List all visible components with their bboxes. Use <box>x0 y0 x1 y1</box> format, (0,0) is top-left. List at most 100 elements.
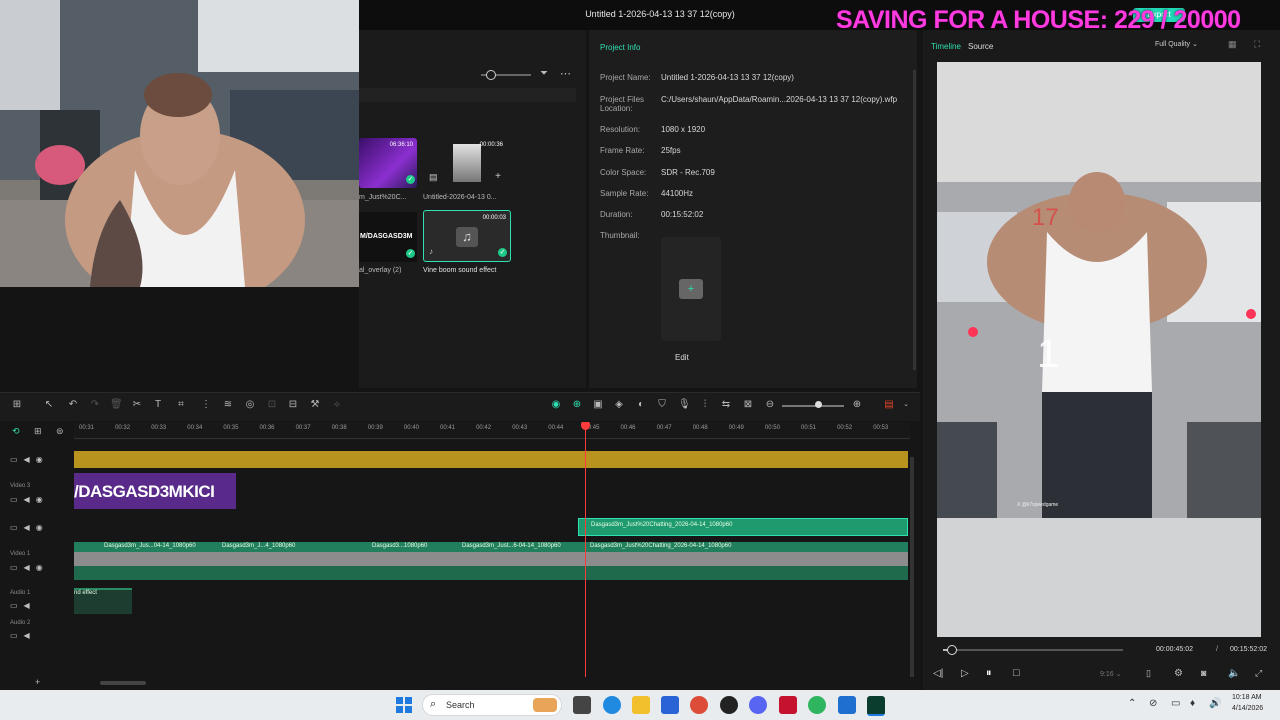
crop-icon[interactable]: ⌗ <box>175 399 187 411</box>
audio-wave-icon[interactable]: ≋ <box>222 399 234 411</box>
add-track-icon[interactable]: ⟲ <box>12 426 20 437</box>
zoom-in-icon[interactable]: ⊕ <box>851 399 863 411</box>
chrome-icon[interactable] <box>690 696 708 714</box>
effects-icon[interactable]: ◈ <box>613 399 625 411</box>
track-controls[interactable]: ▭◀◉ <box>10 455 49 464</box>
steam-icon[interactable] <box>720 696 738 714</box>
windows-start-icon[interactable] <box>396 697 412 713</box>
edit-thumbnail-button[interactable]: Edit <box>675 353 689 362</box>
track-controls[interactable]: ▭◀◉ <box>10 563 49 572</box>
timeline-scrollbar[interactable] <box>100 681 146 685</box>
filmora-icon[interactable] <box>867 696 885 716</box>
playhead[interactable] <box>585 422 586 677</box>
track-controls[interactable]: ▭◀ <box>10 631 36 640</box>
undo-icon[interactable]: ↶ <box>67 399 79 411</box>
stop-icon[interactable]: □ <box>1013 667 1020 679</box>
add-icon[interactable]: + <box>495 171 501 182</box>
filter-icon[interactable]: ⏷ <box>540 68 548 79</box>
render-icon[interactable]: ▣ <box>592 399 604 411</box>
media-item[interactable]: 06:36:10 ✓ <box>359 138 417 188</box>
store-icon[interactable] <box>661 696 679 714</box>
camera-icon[interactable]: ◙ <box>1201 668 1206 678</box>
video-clip[interactable]: Dasgasd3m_Just%20Chatting_2026-04-14_108… <box>578 518 908 536</box>
network-icon[interactable]: ⊘ <box>1149 698 1157 709</box>
track-label: Audio 2 <box>10 620 31 626</box>
zoom-slider-knob[interactable] <box>486 70 496 80</box>
link-icon[interactable]: ⊕ <box>571 399 583 411</box>
previous-frame-icon[interactable]: ◁| <box>933 668 943 679</box>
quality-dropdown[interactable]: Full Quality ⌄ <box>1155 40 1198 48</box>
snap-icon[interactable]: ◉ <box>550 399 562 411</box>
settings-icon[interactable]: ⚙ <box>1174 668 1183 679</box>
info-value: Untitled 1-2026-04-13 13 37 12(copy) <box>661 73 794 82</box>
color-icon[interactable]: ◐ <box>635 399 647 411</box>
app-icon[interactable] <box>838 696 856 714</box>
microphone-icon[interactable]: ♦ <box>1190 698 1195 709</box>
aspect-ratio-dropdown[interactable]: 9:16 ⌄ <box>1100 670 1121 678</box>
task-view-icon[interactable] <box>573 696 591 714</box>
tab-source[interactable]: Source <box>968 42 993 51</box>
text-icon[interactable]: T <box>152 399 164 411</box>
clock-date[interactable]: 4/14/2026 <box>1232 705 1263 712</box>
vertical-scrollbar[interactable] <box>910 457 914 677</box>
media-item[interactable]: M/DASGASD3M ✓ <box>359 212 417 262</box>
file-explorer-icon[interactable] <box>632 696 650 714</box>
more-options-icon[interactable]: ⋯ <box>560 67 571 80</box>
more-tools-icon[interactable]: ⟡ <box>331 399 343 411</box>
tab-project-info[interactable]: Project Info <box>600 43 640 52</box>
media-item-selected[interactable]: 00:00:03 ♫ ♪ ✓ <box>423 210 511 262</box>
grid-icon[interactable]: ⊠ <box>742 399 754 411</box>
speed-icon[interactable]: ◎ <box>244 399 256 411</box>
shield-icon[interactable]: ⛉ <box>656 399 668 411</box>
ai-cut-icon[interactable]: ⚒ <box>309 399 321 411</box>
magnet-icon[interactable]: ⊜ <box>56 426 64 437</box>
redo-icon[interactable]: ↷ <box>89 399 101 411</box>
marker-icon[interactable]: ▯ <box>1146 668 1151 679</box>
audio-clip[interactable]: nd effect <box>74 588 132 614</box>
transform-icon[interactable]: ⊡ <box>266 399 278 411</box>
expand-icon[interactable]: ⤢ <box>1255 668 1262 679</box>
delete-icon[interactable]: 🗑 <box>110 399 123 411</box>
title-clip[interactable]: /DASGASD3MKICI <box>74 473 236 509</box>
scrollbar[interactable] <box>913 70 916 370</box>
edge-icon[interactable] <box>603 696 621 714</box>
microphone-icon[interactable]: 🎙 <box>678 399 691 411</box>
volume-icon[interactable]: 🔈 <box>1228 668 1240 679</box>
zoom-out-icon[interactable]: ⊖ <box>764 399 776 411</box>
media-search-bar[interactable] <box>359 88 576 102</box>
split-icon[interactable]: ✂ <box>131 399 143 411</box>
discord-icon[interactable] <box>749 696 767 714</box>
taskbar-search[interactable]: ⌕ Search <box>422 694 562 716</box>
add-icon[interactable]: + <box>35 677 40 687</box>
chevron-down-icon[interactable]: ⌄ <box>900 399 912 411</box>
play-icon[interactable]: ▷ <box>961 668 969 679</box>
thumbnail-box[interactable]: + <box>661 237 721 341</box>
timeline-zoom-knob[interactable] <box>815 401 822 408</box>
clock-time[interactable]: 10:18 AM <box>1232 694 1262 701</box>
tab-timeline[interactable]: Timeline <box>931 42 961 51</box>
ai-tool-icon[interactable]: ⋮ <box>200 399 212 411</box>
fullscreen-icon[interactable]: ⛶ <box>1254 39 1260 50</box>
adobe-icon[interactable] <box>779 696 797 714</box>
replace-icon[interactable]: ⇆ <box>720 399 732 411</box>
chevron-up-icon[interactable]: ⌃ <box>1128 698 1136 709</box>
track-controls[interactable]: ▭◀◉ <box>10 495 49 504</box>
audio-meter-icon[interactable]: ▤ <box>883 399 895 411</box>
media-item[interactable]: 00:00:36 ▤ + <box>423 138 507 188</box>
snapshot-icon[interactable]: ▦ <box>1228 39 1237 50</box>
browser-icon[interactable] <box>808 696 826 714</box>
timeline-zoom-slider[interactable] <box>782 405 844 407</box>
display-icon[interactable]: ▭ <box>1171 698 1180 709</box>
main-video-track[interactable]: Dasgasd3m_Jus...04-14_1080p60 Dasgasd3m_… <box>74 542 908 580</box>
mixer-icon[interactable]: ⫶ <box>699 399 711 411</box>
track-manager-icon[interactable]: ⊞ <box>34 426 42 437</box>
speaker-icon[interactable]: 🔊 <box>1209 698 1221 709</box>
select-tool-icon[interactable]: ↖ <box>43 399 55 411</box>
playback-progress-track[interactable] <box>943 649 1123 651</box>
layout-icon[interactable]: ⊞ <box>11 399 23 411</box>
track-controls[interactable]: ▭◀◉ <box>10 523 49 532</box>
adjustment-clip[interactable] <box>74 451 908 468</box>
track-controls[interactable]: ▭◀ <box>10 601 36 610</box>
freeze-icon[interactable]: ⊟ <box>287 399 299 411</box>
pause-icon[interactable]: ⏸ <box>986 667 992 680</box>
